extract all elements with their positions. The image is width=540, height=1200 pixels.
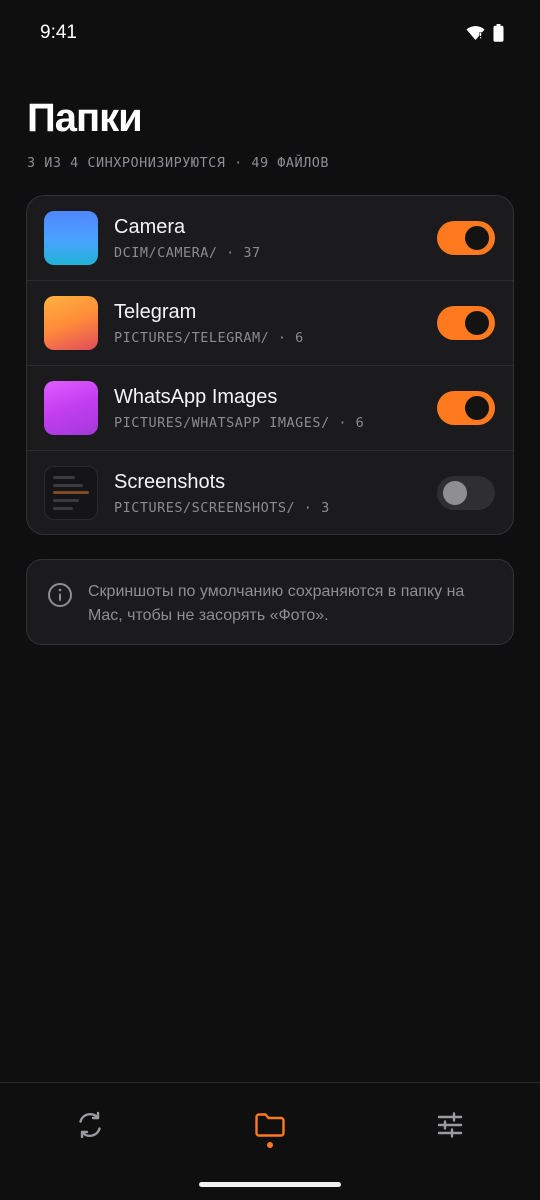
toggle-knob	[465, 396, 489, 420]
info-text: Скриншоты по умолчанию сохраняются в пап…	[88, 583, 465, 624]
sliders-icon	[430, 1112, 470, 1149]
toggle-knob	[465, 311, 489, 335]
folder-name: WhatsApp Images	[114, 386, 278, 408]
active-tab-indicator	[267, 1142, 273, 1148]
battery-icon	[493, 24, 504, 47]
home-indicator[interactable]	[199, 1182, 341, 1187]
camera-thumbnail	[44, 211, 98, 265]
nav-folders-tab[interactable]	[250, 1105, 290, 1145]
folder-name: Camera	[114, 216, 186, 238]
screenshots-thumbnail	[44, 466, 98, 520]
sync-summary: 3 ИЗ 4 СИНХРОНИЗИРУЮТСЯ · 49 ФАЙЛОВ	[27, 155, 329, 171]
toggle-knob	[443, 481, 467, 505]
status-time: 9:41	[40, 22, 77, 43]
toggle-knob	[465, 226, 489, 250]
wifi-icon	[466, 25, 485, 46]
status-bar: 9:41	[0, 0, 540, 68]
whatsapp-thumbnail	[44, 381, 98, 435]
info-icon	[47, 582, 73, 613]
folder-path: DCIM/CAMERA/ · 37	[114, 245, 261, 261]
folder-name: Telegram	[114, 301, 197, 323]
folder-path: PICTURES/TELEGRAM/ · 6	[114, 330, 304, 346]
sync-toggle-camera[interactable]	[437, 221, 495, 255]
sync-toggle-screenshots[interactable]	[437, 476, 495, 510]
folder-row-whatsapp[interactable]: WhatsApp Images PICTURES/WHATSAPP IMAGES…	[27, 366, 513, 451]
page-title: Папки	[27, 96, 143, 140]
nav-settings-tab[interactable]	[430, 1105, 470, 1145]
folder-path: PICTURES/WHATSAPP IMAGES/ · 6	[114, 415, 365, 431]
sync-toggle-whatsapp[interactable]	[437, 391, 495, 425]
telegram-thumbnail	[44, 296, 98, 350]
info-note: Скриншоты по умолчанию сохраняются в пап…	[26, 559, 514, 645]
status-icons	[466, 24, 504, 47]
folder-path: PICTURES/SCREENSHOTS/ · 3	[114, 500, 330, 516]
folder-list: Camera DCIM/CAMERA/ · 37 Telegram PICTUR…	[26, 195, 514, 535]
nav-sync-tab[interactable]	[70, 1105, 110, 1145]
folder-row-telegram[interactable]: Telegram PICTURES/TELEGRAM/ · 6	[27, 281, 513, 366]
folder-row-screenshots[interactable]: Screenshots PICTURES/SCREENSHOTS/ · 3	[27, 451, 513, 534]
folder-name: Screenshots	[114, 471, 226, 493]
folder-row-camera[interactable]: Camera DCIM/CAMERA/ · 37	[27, 196, 513, 281]
sync-toggle-telegram[interactable]	[437, 306, 495, 340]
sync-icon	[70, 1111, 110, 1149]
bottom-navigation	[0, 1082, 540, 1200]
